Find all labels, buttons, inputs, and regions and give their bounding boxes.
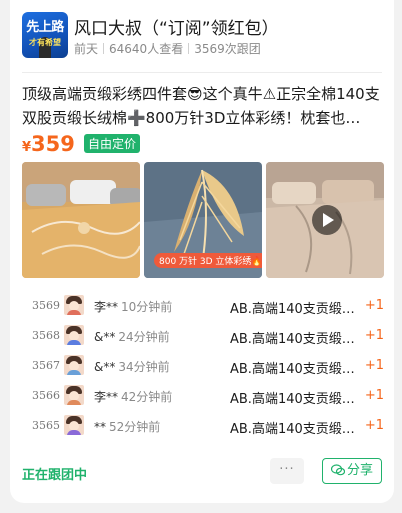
group-logo: 先上路 才有希望 [22,12,68,58]
quantity: +1 [364,358,384,373]
play-icon[interactable] [312,205,342,235]
participant-info: ** 52分钟前 [94,418,160,435]
participant-info: 李** 42分钟前 [94,388,172,405]
quantity: +1 [364,418,384,433]
participant-name: &** [94,360,116,374]
product-title[interactable]: 顶级高端贡缎彩绣四件套😎这个真牛⚠正宗全棉140支双股贡缎长绒棉➕800万针3D… [22,82,384,130]
participant-time: 34分钟前 [118,360,170,374]
avatar [64,385,84,405]
avatar [64,355,84,375]
price-value: 359 [31,132,75,156]
view-count: 64640人查看 [109,42,184,56]
share-label: 分享 [346,463,373,478]
order-number: 3568 [32,329,60,342]
group-header[interactable]: 先上路 才有希望 风口大叔（“订阅”领红包） 前天 64640人查看 3569次跟团 [10,0,394,72]
participant-list: 3569 李** 10分钟前 AB.高端140支贡缎… +1 3568 &** 24… [22,292,384,442]
purchased-item: AB.高端140支贡缎… [230,332,355,347]
group-title[interactable]: 风口大叔（“订阅”领红包） [74,14,279,39]
price-tag-badge: 自由定价 [83,134,140,153]
order-number: 3565 [32,419,60,432]
image-caption: 800 万针 3D 立体彩绣🔥 [154,253,262,268]
purchased-item: AB.高端140支贡缎… [230,392,355,407]
share-button[interactable]: 分享 [322,458,382,484]
meta-divider [188,43,190,54]
price-row: ¥359 自由定价 [22,132,140,158]
participant-row: 3569 李** 10分钟前 AB.高端140支贡缎… +1 [22,292,384,322]
participant-info: &** 34分钟前 [94,358,170,375]
quantity: +1 [364,388,384,403]
purchased-item: AB.高端140支贡缎… [230,302,355,317]
more-button[interactable]: ··· [270,458,304,484]
avatar [64,295,84,315]
participant-name: 李** [94,390,119,404]
participant-time: 52分钟前 [109,420,161,434]
avatar [64,415,84,435]
product-image-1[interactable] [22,162,140,278]
logo-subtext: 才有希望 [29,38,61,47]
purchased-item: AB.高端140支贡缎… [230,362,355,377]
participant-row: 3566 李** 42分钟前 AB.高端140支贡缎… +1 [22,382,384,412]
meta-divider [103,43,105,54]
order-number: 3569 [32,299,60,312]
wechat-icon [330,464,345,476]
group-buy-card[interactable]: 先上路 才有希望 风口大叔（“订阅”领红包） 前天 64640人查看 3569次跟团… [10,0,394,503]
posted-time: 前天 [74,42,99,56]
participant-time: 10分钟前 [121,300,173,314]
join-count: 3569次跟团 [194,42,261,56]
group-meta: 前天 64640人查看 3569次跟团 [74,40,261,57]
logo-text: 先上路 [26,20,64,35]
product-images: 800 万针 3D 立体彩绣🔥 [22,162,384,278]
avatar [64,325,84,345]
participant-info: 李** 10分钟前 [94,298,172,315]
purchased-item: AB.高端140支贡缎… [230,422,355,437]
participant-time: 24分钟前 [118,330,170,344]
group-status: 正在跟团中 [22,468,88,483]
order-number: 3567 [32,359,60,372]
participant-row: 3565 ** 52分钟前 AB.高端140支贡缎… +1 [22,412,384,442]
participant-row: 3568 &** 24分钟前 AB.高端140支贡缎… +1 [22,322,384,352]
participant-name: &** [94,330,116,344]
quantity: +1 [364,298,384,313]
quantity: +1 [364,328,384,343]
header-divider [22,72,382,73]
participant-name: 李** [94,300,119,314]
participant-info: &** 24分钟前 [94,328,170,345]
participant-time: 42分钟前 [121,390,173,404]
product-image-2[interactable]: 800 万针 3D 立体彩绣🔥 [144,162,262,278]
participant-row: 3567 &** 34分钟前 AB.高端140支贡缎… +1 [22,352,384,382]
order-number: 3566 [32,389,60,402]
price-currency: ¥ [22,140,32,155]
participant-name: ** [94,420,106,434]
product-video-thumbnail[interactable] [266,162,384,278]
